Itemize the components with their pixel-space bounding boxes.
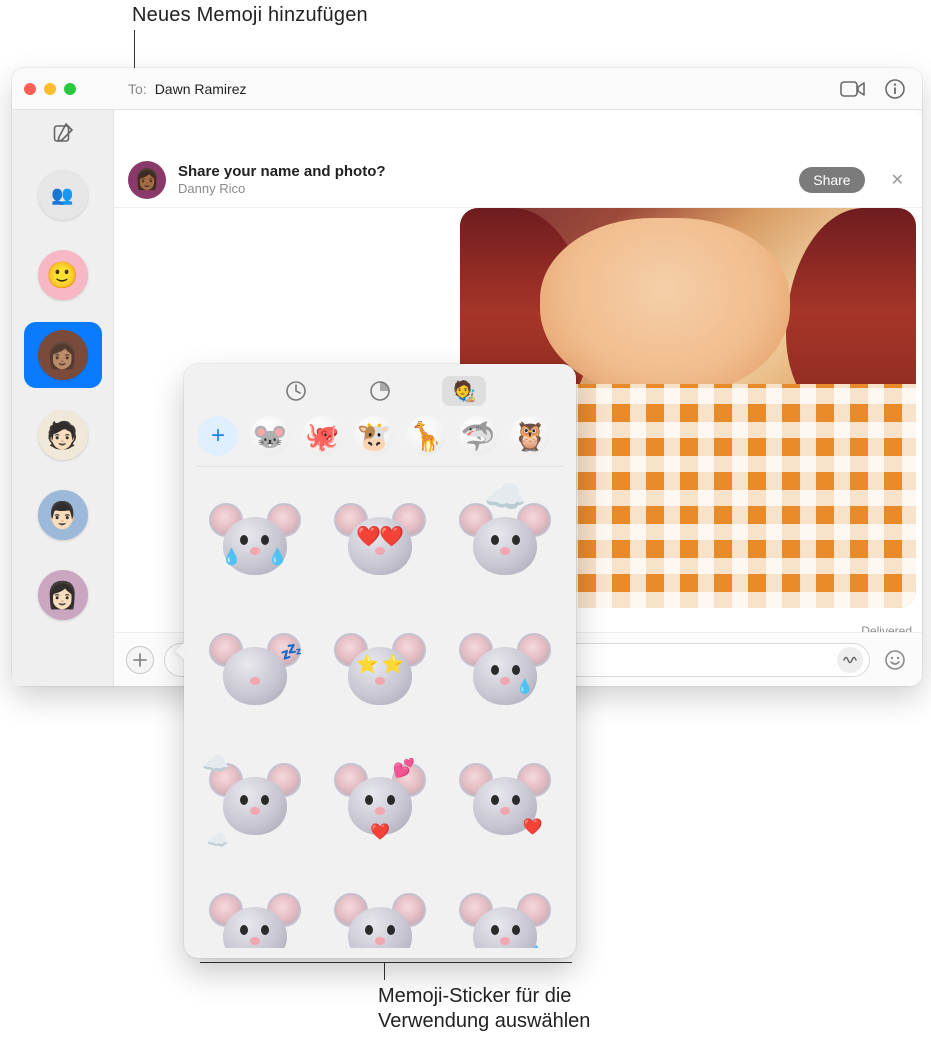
plus-icon: + (211, 422, 225, 450)
sticker-mouse-sleeping[interactable] (200, 611, 309, 731)
conversation-sidebar: 👥 🙂 👩🏽 🧑🏻 👨🏻 👩🏻 (12, 110, 114, 686)
conversation-item[interactable]: 🧑🏻 (24, 402, 102, 468)
apps-button[interactable] (126, 646, 154, 674)
animoji-shark[interactable]: 🦈 (458, 416, 498, 456)
tab-recents[interactable] (274, 376, 318, 406)
sticker-mouse-head-in-clouds[interactable] (200, 741, 309, 861)
recipient-name[interactable]: Dawn Ramirez (155, 81, 247, 97)
window-controls (24, 83, 76, 95)
emoji-picker-icon[interactable] (880, 645, 910, 675)
info-icon[interactable] (882, 78, 908, 100)
animoji-row: + 🐭 🐙 🐮 🦒 🦈 🦉 (196, 412, 564, 467)
conversation-item-selected[interactable]: 👩🏽 (24, 322, 102, 388)
photo-decoration (540, 218, 790, 398)
conversation-header: To: Dawn Ramirez (114, 68, 922, 110)
sticker-mouse-star-eyes[interactable] (325, 611, 434, 731)
sticker-mouse-worried[interactable] (200, 871, 309, 948)
add-memoji-button[interactable]: + (198, 416, 238, 456)
avatar: 🧑🏻 (38, 410, 88, 460)
memoji-icon: 🧑‍🎨 (452, 379, 477, 404)
animoji-owl[interactable]: 🦉 (510, 416, 550, 456)
voice-message-icon[interactable] (837, 647, 863, 673)
avatar: 🙂 (38, 250, 88, 300)
animoji-mouse[interactable]: 🐭 (250, 416, 290, 456)
memoji-popover: 🧑‍🎨 + 🐭 🐙 🐮 🦒 🦈 🦉 (184, 364, 576, 958)
sticker-mouse-heart-eyes[interactable] (325, 481, 434, 601)
compose-button[interactable] (48, 118, 78, 148)
sticker-mouse-mind-blown[interactable] (451, 481, 560, 601)
share-banner-subtitle: Danny Rico (178, 181, 386, 197)
tab-stickers[interactable] (358, 376, 402, 406)
sticker-mouse-kisses[interactable] (325, 741, 434, 861)
conversation-item-group[interactable]: 👥 (24, 162, 102, 228)
window-close-button[interactable] (24, 83, 36, 95)
tab-memoji[interactable]: 🧑‍🎨 (442, 376, 486, 406)
conversation-item[interactable]: 👩🏻 (24, 562, 102, 628)
sticker-mouse-sweat[interactable] (451, 871, 560, 948)
conversation-item[interactable]: 👨🏻 (24, 482, 102, 548)
sticker-mouse-angry[interactable] (325, 871, 434, 948)
sticker-mouse-loving[interactable] (451, 741, 560, 861)
popover-tabs: 🧑‍🎨 (196, 374, 564, 412)
avatar: 👩🏽 (38, 330, 88, 380)
sticker-mouse-crying[interactable] (451, 611, 560, 731)
sticker-icon (369, 380, 391, 402)
share-name-photo-banner: 👩🏾 Share your name and photo? Danny Rico… (114, 152, 922, 208)
avatar: 👩🏻 (38, 570, 88, 620)
callout-line (384, 962, 385, 980)
callout-add-memoji: Neues Memoji hinzufügen (132, 4, 368, 27)
window-minimize-button[interactable] (44, 83, 56, 95)
close-icon[interactable]: ✕ (887, 166, 908, 194)
window-zoom-button[interactable] (64, 83, 76, 95)
avatar: 👥 (38, 170, 88, 220)
animoji-cow[interactable]: 🐮 (354, 416, 394, 456)
conversation-item[interactable]: 🙂 (24, 242, 102, 308)
animoji-octopus[interactable]: 🐙 (302, 416, 342, 456)
to-label: To: (128, 81, 147, 97)
share-button[interactable]: Share (799, 167, 864, 193)
sticker-grid (196, 467, 564, 948)
callout-select-sticker: Memoji-Sticker für die Verwendung auswäh… (378, 984, 590, 1034)
share-avatar: 👩🏾 (128, 161, 166, 199)
share-banner-title: Share your name and photo? (178, 163, 386, 181)
clock-icon (285, 380, 307, 402)
callout-line (200, 962, 572, 963)
sticker-mouse-laughing-tears[interactable] (200, 481, 309, 601)
facetime-icon[interactable] (840, 78, 866, 100)
animoji-giraffe[interactable]: 🦒 (406, 416, 446, 456)
avatar: 👨🏻 (38, 490, 88, 540)
